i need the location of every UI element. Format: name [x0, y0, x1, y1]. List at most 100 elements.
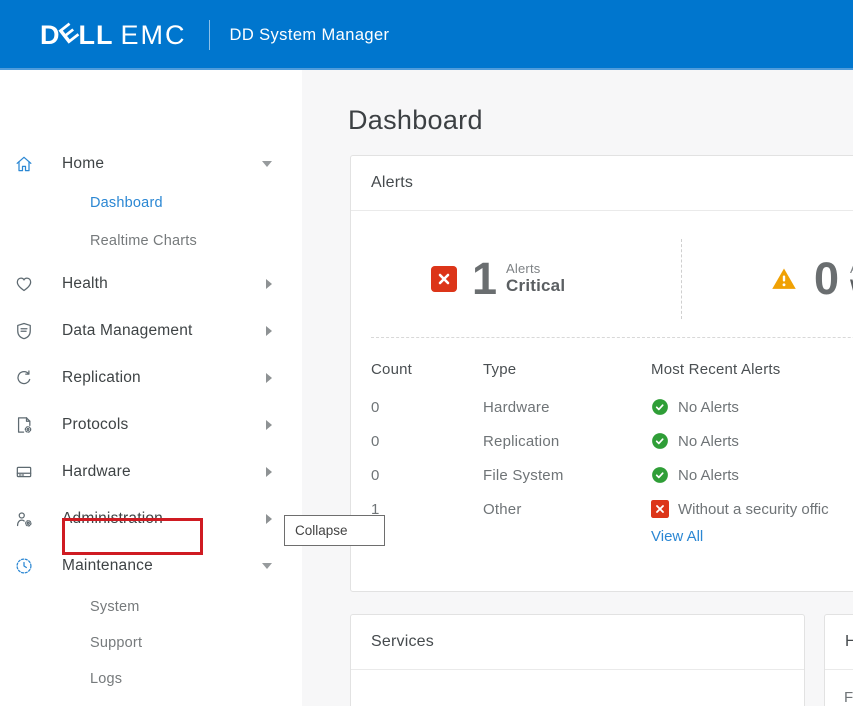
type-cell: Replication: [483, 433, 559, 450]
status-cell: Without a security offic: [651, 500, 829, 518]
critical-alerts-summary: 1 Alerts Critical: [431, 256, 565, 301]
chevron-down-icon[interactable]: [262, 161, 272, 167]
shield-icon: [14, 321, 34, 341]
column-header-type: Type: [483, 361, 516, 378]
sidebar-item-label: Dashboard: [90, 195, 163, 211]
app-title: DD System Manager: [230, 26, 390, 45]
sidebar-item-data-management[interactable]: Data Management: [0, 307, 302, 354]
sidebar-item-label: Logs: [90, 671, 122, 687]
sidebar-item-maintenance[interactable]: Maintenance: [0, 542, 302, 589]
chevron-right-icon[interactable]: [266, 326, 272, 336]
warning-alerts-summary: 0 Alerts Warning: [769, 256, 853, 301]
sidebar-item-hardware[interactable]: Hardware: [0, 448, 302, 495]
column-header-recent: Most Recent Alerts: [651, 361, 780, 378]
count-cell: 0: [371, 467, 380, 484]
status-cell: No Alerts: [651, 466, 739, 484]
services-panel: Services: [350, 614, 805, 706]
app-window: DELL EMC DD System Manager Home Dashboar…: [0, 0, 853, 706]
check-circle-icon: [651, 466, 669, 484]
sidebar-item-label: Maintenance: [62, 557, 153, 575]
chevron-down-icon[interactable]: [262, 563, 272, 569]
count-cell: 0: [371, 433, 380, 450]
critical-count: 1: [472, 256, 497, 301]
chevron-right-icon[interactable]: [266, 279, 272, 289]
sidebar-item-replication[interactable]: Replication: [0, 354, 302, 401]
column-header-count: Count: [371, 361, 412, 378]
sidebar-item-dashboard[interactable]: Dashboard: [0, 184, 302, 222]
logo-emc: EMC: [121, 20, 187, 51]
sidebar-nav: Home Dashboard Realtime Charts Health: [0, 70, 302, 706]
alerts-panel: Alerts 1 Alerts Critical 0 Alerts: [350, 155, 853, 592]
home-icon: [14, 154, 34, 174]
user-gear-icon: [14, 509, 34, 529]
dellemc-logo: DELL EMC: [40, 20, 187, 51]
type-cell: Other: [483, 501, 522, 518]
sidebar-item-logs[interactable]: Logs: [0, 661, 302, 697]
page-title: Dashboard: [348, 105, 483, 136]
critical-label-bottom: Critical: [506, 276, 565, 296]
count-cell: 0: [371, 399, 380, 416]
services-panel-title: Services: [351, 615, 804, 670]
sidebar-item-system[interactable]: System: [0, 589, 302, 625]
sidebar-item-label: Home: [62, 155, 104, 173]
sidebar-item-administration[interactable]: Administration: [0, 495, 302, 542]
chevron-right-icon[interactable]: [266, 514, 272, 524]
sidebar-item-label: Realtime Charts: [90, 233, 197, 249]
summary-divider: [681, 239, 682, 319]
sync-icon: [14, 368, 34, 388]
heart-icon: [14, 274, 34, 294]
right-panel-title: H: [825, 615, 853, 670]
sidebar-item-label: System: [90, 599, 140, 615]
status-text: No Alerts: [678, 433, 739, 450]
logo-letters: LL: [79, 20, 114, 51]
table-row: 0 File System No Alerts: [351, 458, 853, 492]
type-cell: Hardware: [483, 399, 550, 416]
warning-triangle-icon: [769, 264, 799, 294]
main-content: Dashboard Alerts 1 Alerts Critical 0: [302, 70, 853, 706]
sidebar-item-label: Replication: [62, 369, 141, 387]
table-row: 1 Other Without a security offic: [351, 492, 853, 526]
check-circle-icon: [651, 398, 669, 416]
app-header: DELL EMC DD System Manager: [0, 0, 853, 70]
status-text: Without a security offic: [678, 501, 829, 518]
sidebar-item-support[interactable]: Support: [0, 625, 302, 661]
sidebar-item-label: Data Management: [62, 322, 193, 340]
status-text: No Alerts: [678, 467, 739, 484]
critical-label-top: Alerts: [506, 261, 565, 276]
storage-drive-icon: [14, 462, 34, 482]
critical-x-icon: [431, 266, 457, 292]
critical-x-icon: [651, 500, 669, 518]
table-row: 0 Replication No Alerts: [351, 424, 853, 458]
chevron-right-icon[interactable]: [266, 420, 272, 430]
chevron-right-icon[interactable]: [266, 467, 272, 477]
clock-icon: [14, 556, 34, 576]
sidebar-item-health[interactable]: Health: [0, 260, 302, 307]
sidebar-item-label: Hardware: [62, 463, 131, 481]
right-panel: H F: [824, 614, 853, 706]
type-cell: File System: [483, 467, 564, 484]
alerts-panel-title: Alerts: [351, 156, 853, 211]
header-divider: [209, 20, 210, 50]
warning-count: 0: [814, 256, 839, 301]
sidebar-item-label: Protocols: [62, 416, 128, 434]
collapse-tooltip-label: Collapse: [295, 523, 348, 538]
view-all-link[interactable]: View All: [651, 528, 703, 545]
sidebar-item-label: Administration: [62, 510, 163, 528]
sidebar-item-label: Support: [90, 635, 142, 651]
sidebar-item-realtime-charts[interactable]: Realtime Charts: [0, 222, 302, 260]
collapse-tooltip: Collapse: [284, 515, 385, 546]
table-header-row: Count Type Most Recent Alerts: [351, 352, 853, 386]
status-cell: No Alerts: [651, 398, 739, 416]
check-circle-icon: [651, 432, 669, 450]
status-text: No Alerts: [678, 399, 739, 416]
chevron-right-icon[interactable]: [266, 373, 272, 383]
right-panel-partial-text: F: [844, 689, 853, 706]
document-gear-icon: [14, 415, 34, 435]
sidebar-item-ipmi[interactable]: IPMI: [0, 697, 302, 706]
sidebar-item-home[interactable]: Home: [0, 144, 302, 184]
status-cell: No Alerts: [651, 432, 739, 450]
summary-table-divider: [371, 337, 853, 338]
sidebar-item-protocols[interactable]: Protocols: [0, 401, 302, 448]
sidebar-item-label: Health: [62, 275, 108, 293]
table-row: 0 Hardware No Alerts: [351, 390, 853, 424]
